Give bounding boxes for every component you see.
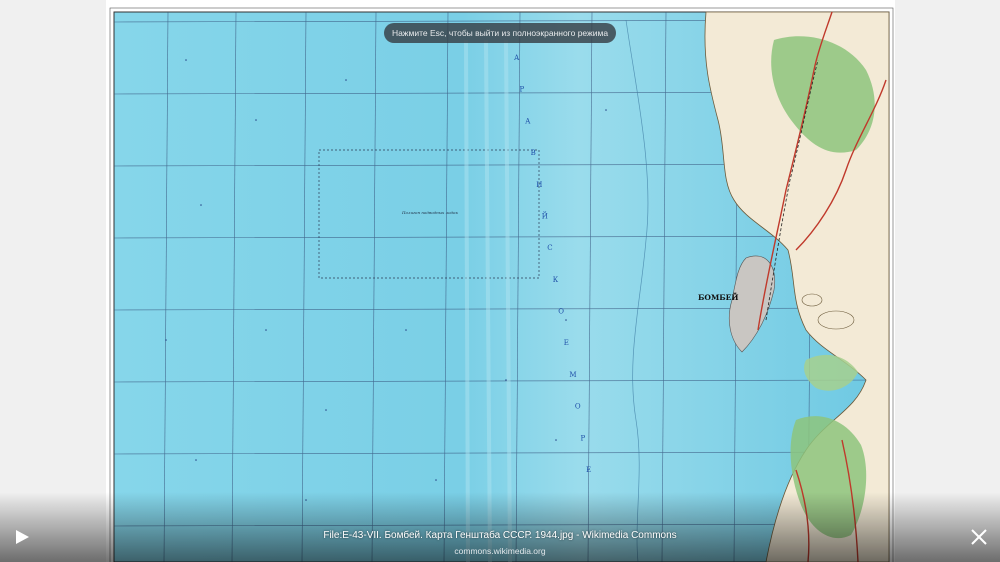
sea-label-letter: А <box>525 117 531 125</box>
image-caption-title[interactable]: File:E-43-VII. Бомбей. Карта Генштаба СС… <box>0 530 1000 541</box>
map-image: Полигон подводных лодок БОМБЕЙ А Р А В И… <box>106 0 895 562</box>
sea-label-letter: А <box>514 54 520 62</box>
sea-label-letter: М <box>569 371 576 379</box>
sea-label-letter: Р <box>520 86 525 94</box>
image-caption-source[interactable]: commons.wikimedia.org <box>0 546 1000 556</box>
close-viewer-button[interactable] <box>968 526 990 548</box>
island-1 <box>817 310 855 330</box>
city-label: БОМБЕЙ <box>698 292 738 302</box>
sea-label-letter: О <box>575 403 581 411</box>
sea-label-letter: Р <box>581 434 586 442</box>
sea-label-letter: Е <box>586 466 591 474</box>
sea-label-letter: С <box>547 244 552 252</box>
submarine-area-label: Полигон подводных лодок <box>401 210 458 215</box>
close-icon <box>971 529 987 545</box>
slideshow-play-button[interactable] <box>10 525 34 549</box>
play-icon <box>16 530 29 544</box>
sea-label-letter: К <box>553 276 559 284</box>
island-2 <box>801 293 823 307</box>
sea-label-letter: Й <box>542 212 548 221</box>
map-drawing: Полигон подводных лодок БОМБЕЙ А Р А В И… <box>109 7 894 562</box>
sea-label-letter: В <box>531 149 536 157</box>
sea-label-letter: Е <box>564 339 569 347</box>
sea-label-letter: И <box>536 181 542 189</box>
fullscreen-image-viewer: Полигон подводных лодок БОМБЕЙ А Р А В И… <box>0 0 1000 562</box>
fullscreen-exit-hint: Нажмите Esc, чтобы выйти из полноэкранно… <box>384 23 616 43</box>
sea-label-letter: О <box>558 308 564 316</box>
